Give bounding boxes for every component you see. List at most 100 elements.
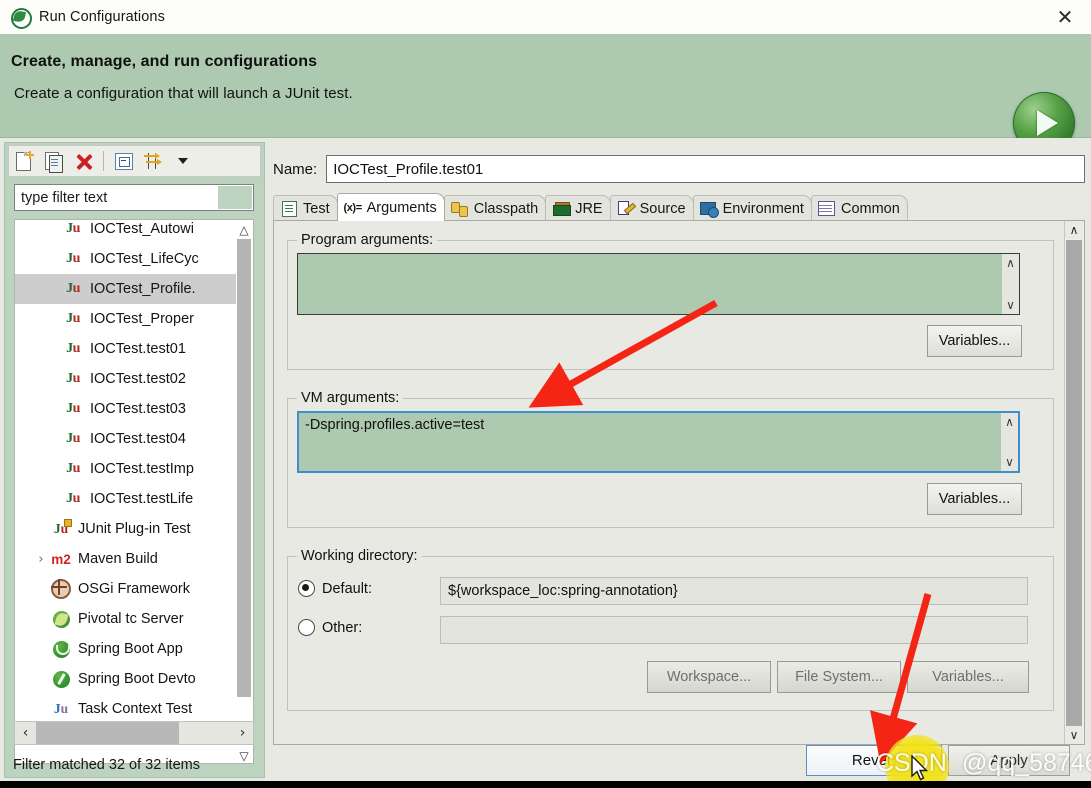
tab-label: Classpath	[473, 200, 539, 217]
tree-item-label: JUnit Plug-in Test	[78, 521, 191, 537]
osgi-icon	[49, 579, 73, 599]
tree-item[interactable]: Ju IOCTest.testImp	[15, 454, 241, 484]
collapse-all-icon[interactable]	[108, 147, 138, 175]
tree-item-label: IOCTest.testLife	[90, 491, 194, 507]
panel-scroll-thumb[interactable]	[1066, 240, 1082, 726]
tree-item[interactable]: Ju IOCTest_Autowi	[15, 220, 241, 244]
close-icon[interactable]: ✕	[1039, 0, 1091, 34]
working-directory-variables-button[interactable]: Variables...	[907, 661, 1029, 693]
tab-source[interactable]: Source	[609, 195, 694, 221]
filter-icon[interactable]	[138, 147, 168, 175]
tab-classpath[interactable]: Classpath	[443, 195, 547, 221]
program-arguments-textarea[interactable]: ∧ ∨	[297, 253, 1020, 315]
file-system-button[interactable]: File System...	[777, 661, 901, 693]
tab-environment[interactable]: Environment	[692, 195, 812, 221]
chevron-down-icon[interactable]: ∨	[1006, 298, 1015, 312]
name-input[interactable]: IOCTest_Profile.test01	[326, 155, 1085, 183]
tab-label: Test	[303, 200, 330, 217]
tree-item[interactable]: Pivotal tc Server	[15, 604, 241, 634]
hscroll-thumb[interactable]	[36, 722, 179, 744]
filter-status-text: Filter matched 32 of 32 items	[13, 757, 200, 773]
spring-leaf-icon	[11, 7, 32, 29]
pivotal-icon	[49, 609, 73, 629]
filter-input[interactable]: type filter text	[14, 184, 254, 211]
chevron-down-icon[interactable]: ▽	[236, 747, 252, 763]
tree-item[interactable]: Ju IOCTest.testLife	[15, 484, 241, 514]
new-document-icon[interactable]	[9, 147, 39, 175]
chevron-up-icon[interactable]: △	[236, 221, 252, 238]
working-directory-label: Working directory:	[297, 548, 422, 564]
tree-item[interactable]: › m2 Maven Build	[15, 544, 241, 574]
program-args-scrollbar[interactable]: ∧ ∨	[1002, 254, 1019, 314]
tree-item[interactable]: OSGi Framework	[15, 574, 241, 604]
chevron-up-icon[interactable]: ∧	[1006, 256, 1015, 270]
chevron-down-icon[interactable]: ∨	[1005, 455, 1014, 469]
tree-item[interactable]: Ju Task Context Test	[15, 694, 241, 724]
chevron-down-icon[interactable]: ∨	[1065, 726, 1083, 744]
vm-arguments-variables-button[interactable]: Variables...	[927, 483, 1022, 515]
revert-button[interactable]: Revert	[806, 745, 942, 776]
tree-item[interactable]: Ju IOCTest.test01	[15, 334, 241, 364]
default-radio-label: Default:	[322, 580, 372, 597]
workspace-button[interactable]: Workspace...	[647, 661, 771, 693]
tree-scroll-thumb[interactable]	[237, 239, 251, 697]
tab-arguments[interactable]: (x)= Arguments	[336, 193, 445, 221]
default-radio[interactable]	[298, 580, 315, 597]
duplicate-icon[interactable]	[39, 147, 69, 175]
spring-devtools-icon	[49, 669, 73, 689]
chevron-up-icon[interactable]: ∧	[1005, 415, 1014, 429]
chevron-down-icon[interactable]	[168, 147, 198, 175]
panel-vertical-scrollbar[interactable]: ∧ ∨	[1064, 221, 1084, 744]
junit-icon: Ju	[66, 311, 80, 326]
tree-item[interactable]: Ju IOCTest_LifeCyc	[15, 244, 241, 274]
junit-icon: Ju	[66, 461, 80, 476]
other-radio[interactable]	[298, 619, 315, 636]
configurations-tree[interactable]: Ju IOCTest_Autowi Ju IOCTest_LifeCyc Ju IOCTe…	[14, 219, 254, 764]
tab-label: Common	[840, 200, 900, 217]
junit-icon: Ju	[66, 341, 80, 356]
tree-item[interactable]: Ju IOCTest_Proper	[15, 304, 241, 334]
tree-item-label: Task Context Test	[78, 701, 193, 717]
tree-item-label: Spring Boot Devto	[78, 671, 196, 687]
tree-item[interactable]: Spring Boot App	[15, 634, 241, 664]
scroll-right-icon[interactable]: ›	[232, 722, 253, 744]
vm-arguments-textarea[interactable]: -Dspring.profiles.active=test ∧ ∨	[297, 411, 1020, 473]
tab-bar: Test (x)= Arguments Classpath JRE Source Envir…	[273, 193, 1085, 221]
tab-test[interactable]: Test	[273, 195, 338, 221]
tree-item[interactable]: Ju IOCTest.test04	[15, 424, 241, 454]
vm-arguments-label: VM arguments:	[297, 390, 404, 406]
name-row: Name: IOCTest_Profile.test01	[273, 155, 1085, 183]
tree-vertical-scrollbar[interactable]: △ ▽	[236, 221, 252, 763]
banner-subtitle: Create a configuration that will launch …	[14, 85, 353, 102]
dialog-banner: Create, manage, and run configurations C…	[0, 34, 1091, 154]
tab-label: JRE	[575, 200, 603, 217]
working-directory-default-field: ${workspace_loc:spring-annotation}	[440, 577, 1028, 605]
other-radio-label: Other:	[322, 619, 363, 636]
expander-icon[interactable]: ›	[33, 552, 49, 567]
apply-button[interactable]: Apply	[948, 745, 1070, 776]
tree-item[interactable]: Ju JUnit Plug-in Test	[15, 514, 241, 544]
environment-icon	[700, 201, 720, 218]
working-directory-other-field[interactable]	[440, 616, 1028, 644]
filter-clear-area[interactable]	[218, 186, 252, 209]
tab-common[interactable]: Common	[810, 195, 908, 221]
toolbar-separator	[103, 151, 104, 171]
tree-item-label: IOCTest.test03	[90, 401, 186, 417]
scroll-left-icon[interactable]: ‹	[15, 722, 36, 744]
arguments-xy-icon: (x)=	[343, 201, 362, 214]
hscroll-track[interactable]	[36, 722, 232, 744]
tree-item[interactable]: Spring Boot Devto	[15, 664, 241, 694]
tab-jre[interactable]: JRE	[545, 195, 611, 221]
program-arguments-variables-button[interactable]: Variables...	[927, 325, 1022, 357]
tree-horizontal-scrollbar[interactable]: ‹ ›	[14, 721, 254, 745]
chevron-up-icon[interactable]: ∧	[1065, 221, 1083, 239]
test-list-icon	[280, 200, 298, 217]
vm-args-scrollbar[interactable]: ∧ ∨	[1001, 413, 1018, 471]
tree-item[interactable]: Ju IOCTest_Profile.	[15, 274, 241, 304]
tree-item[interactable]: Ju IOCTest.test02	[15, 364, 241, 394]
sidebar-toolbar	[8, 145, 261, 177]
common-icon	[818, 201, 836, 217]
tree-item-label: Spring Boot App	[78, 641, 183, 657]
delete-x-icon[interactable]	[69, 147, 99, 175]
tree-item[interactable]: Ju IOCTest.test03	[15, 394, 241, 424]
